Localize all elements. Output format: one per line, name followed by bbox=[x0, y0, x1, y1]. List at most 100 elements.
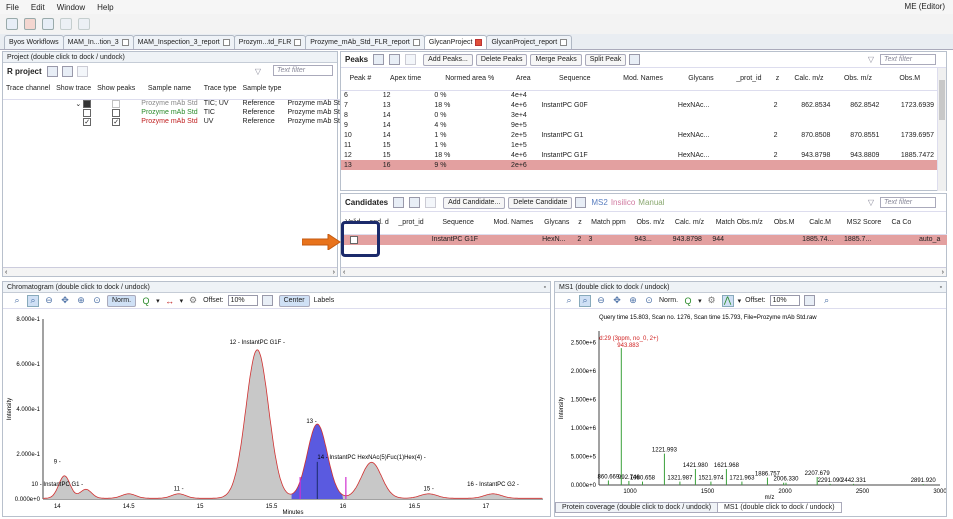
tab-prozyme-flr[interactable]: Prozym...td_FLR bbox=[233, 35, 307, 49]
zoom-reset-icon[interactable]: ⊙ bbox=[643, 295, 655, 307]
vertical-scrollbar[interactable] bbox=[937, 68, 946, 191]
table-row[interactable]: ⌄ Prozyme mAb Std TIC; UV Reference Proz… bbox=[3, 99, 355, 108]
add-peaks-button[interactable]: Add Peaks... bbox=[423, 53, 473, 66]
expand-all-icon[interactable] bbox=[373, 54, 385, 65]
maximize-icon[interactable]: ▫ bbox=[940, 282, 942, 293]
show-peaks-checkbox[interactable] bbox=[112, 99, 121, 108]
split-peak-button[interactable]: Split Peak bbox=[584, 53, 627, 66]
col-cand-13[interactable]: MS2 Score bbox=[841, 212, 887, 234]
project-filter-input[interactable]: Text filter bbox=[273, 65, 333, 76]
menu-window[interactable]: Window bbox=[57, 3, 85, 12]
collapse-icon[interactable]: ⌄ bbox=[75, 101, 81, 108]
tab-byos-workflows[interactable]: Byos Workflows bbox=[4, 35, 64, 49]
col-sample-name[interactable]: Sample name bbox=[138, 79, 200, 99]
merge-peaks-button[interactable]: Merge Peaks bbox=[530, 53, 582, 66]
show-trace-checkbox[interactable] bbox=[83, 117, 92, 126]
zoom-out-icon[interactable]: ⊖ bbox=[43, 295, 55, 307]
table-row[interactable]: 6 12 0 % 4e+4 bbox=[341, 90, 937, 100]
col-cand-12[interactable]: Calc.M bbox=[799, 212, 841, 234]
table-row[interactable]: 8 14 0 % 3e+4 bbox=[341, 110, 937, 120]
show-peaks-checkbox[interactable] bbox=[112, 108, 121, 117]
scroll-left-icon[interactable]: ‹ bbox=[343, 268, 345, 276]
col-peaks-2[interactable]: Normed area % bbox=[431, 68, 508, 90]
table-row[interactable]: InstantPC G1F HexN... 2 3 943... 943.8798 944 1… bbox=[341, 234, 947, 245]
show-trace-checkbox[interactable] bbox=[83, 99, 92, 108]
col-cand-10[interactable]: Match Obs.m/z bbox=[709, 212, 769, 234]
tab-mam-report[interactable]: MAM_Inspection_3_report bbox=[132, 35, 235, 49]
peaks-filter-input[interactable]: Text filter bbox=[880, 54, 936, 65]
table-row[interactable]: 12 15 18 % 4e+6 InstantPC G1F HexNAc... 2 943.8… bbox=[341, 150, 937, 160]
dropdown-icon[interactable]: ▾ bbox=[156, 297, 160, 305]
user-label[interactable]: ME (Editor) bbox=[905, 2, 945, 11]
save-icon[interactable] bbox=[42, 18, 54, 30]
zoom-icon[interactable]: ⌕ bbox=[563, 295, 575, 307]
table-row[interactable]: 13 16 9 % 2e+6 bbox=[341, 160, 937, 170]
col-trace-type[interactable]: Trace type bbox=[201, 79, 240, 99]
show-trace-checkbox[interactable] bbox=[83, 108, 92, 117]
zoom-box-icon[interactable]: ⌕ bbox=[579, 294, 591, 307]
col-cand-6[interactable]: z bbox=[574, 212, 585, 234]
col-peaks-5[interactable]: Mod. Names bbox=[611, 68, 675, 90]
labels-toggle[interactable]: Labels bbox=[314, 297, 335, 304]
horizontal-scrollbar[interactable]: ‹ › bbox=[3, 267, 337, 276]
close-tab-icon[interactable] bbox=[475, 39, 483, 46]
delete-peaks-button[interactable]: Delete Peaks bbox=[475, 53, 528, 66]
col-peaks-0[interactable]: Peak # bbox=[341, 68, 380, 90]
tab-ms1[interactable]: MS1 (double click to dock / undock) bbox=[717, 502, 842, 513]
zoom-reset-icon[interactable]: ⊙ bbox=[91, 295, 103, 307]
expand-all-icon[interactable] bbox=[46, 65, 58, 77]
tab-protein-coverage[interactable]: Protein coverage (double click to dock /… bbox=[555, 502, 719, 513]
zoom-icon[interactable]: ⌕ bbox=[11, 295, 23, 307]
options-icon[interactable] bbox=[76, 65, 88, 77]
scroll-left-icon[interactable]: ‹ bbox=[5, 268, 7, 276]
offset-input[interactable]: 10% bbox=[769, 295, 800, 306]
pan-icon[interactable]: ✥ bbox=[59, 295, 71, 307]
close-tab-icon[interactable] bbox=[294, 39, 302, 46]
scrollbar-thumb[interactable] bbox=[939, 80, 945, 120]
scroll-right-icon[interactable]: › bbox=[333, 268, 335, 276]
col-peaks-7[interactable]: _prot_id bbox=[727, 68, 771, 90]
menu-help[interactable]: Help bbox=[97, 3, 113, 12]
dropdown-icon[interactable]: ▾ bbox=[180, 297, 184, 305]
redo-icon[interactable] bbox=[78, 18, 90, 30]
table-row[interactable]: Prozyme mAb Std TIC Reference Prozyme mA… bbox=[3, 108, 355, 117]
table-row[interactable]: 10 14 1 % 2e+5 InstantPC G1 HexNAc... 2 870.850… bbox=[341, 130, 937, 140]
col-cand-5[interactable]: Glycans bbox=[539, 212, 574, 234]
peak-tool-icon[interactable]: Q bbox=[682, 295, 694, 307]
tab-glycan-report[interactable]: GlycanProject_report bbox=[486, 35, 573, 49]
close-project-icon[interactable] bbox=[24, 18, 36, 30]
expand-all-icon[interactable] bbox=[393, 197, 405, 208]
col-peaks-3[interactable]: Area bbox=[508, 68, 538, 90]
col-trace-channel[interactable]: Trace channel bbox=[3, 79, 53, 99]
chromatogram-plot[interactable]: 0.000e+0 2.000e-1 4.000e-1 6.000e-1 8.000e-1… bbox=[3, 309, 550, 516]
tab-prozyme-report[interactable]: Prozyme_mAb_Std_FLR_report bbox=[305, 35, 425, 49]
table-row[interactable]: 9 14 4 % 9e+5 bbox=[341, 120, 937, 130]
menu-file[interactable]: File bbox=[6, 3, 19, 12]
col-cand-11[interactable]: Obs.M bbox=[769, 212, 799, 234]
options-icon[interactable] bbox=[405, 54, 417, 65]
undo-icon[interactable] bbox=[60, 18, 72, 30]
mode-manual[interactable]: Manual bbox=[638, 198, 664, 207]
zoom-in-x-icon[interactable]: ⊕ bbox=[75, 295, 87, 307]
pan-icon[interactable]: ✥ bbox=[611, 295, 623, 307]
search-icon[interactable] bbox=[575, 197, 587, 208]
options-icon[interactable] bbox=[425, 197, 437, 208]
candidates-filter-input[interactable]: Text filter bbox=[880, 197, 936, 208]
collapse-all-icon[interactable] bbox=[409, 197, 421, 208]
dropdown-icon[interactable]: ▾ bbox=[698, 297, 702, 305]
col-sample-type[interactable]: Sample type bbox=[240, 79, 285, 99]
mode-ms2[interactable]: MS2 bbox=[591, 198, 607, 207]
norm-label[interactable]: Norm. bbox=[659, 297, 678, 304]
table-row[interactable]: 7 13 18 % 4e+6 InstantPC G0F HexNAc... 2 862.85… bbox=[341, 100, 937, 110]
col-peaks-8[interactable]: z bbox=[771, 68, 785, 90]
settings-gear-icon[interactable]: ⚙ bbox=[187, 295, 199, 307]
close-tab-icon[interactable] bbox=[412, 39, 420, 46]
search-icon[interactable]: ⌕ bbox=[821, 295, 833, 307]
zoom-in-x-icon[interactable]: ⊕ bbox=[627, 295, 639, 307]
table-row[interactable]: 11 15 1 % 1e+5 bbox=[341, 140, 937, 150]
offset-input[interactable]: 10% bbox=[227, 295, 258, 306]
peak-tool-icon[interactable]: Q bbox=[140, 295, 152, 307]
settings-gear-icon[interactable]: ⚙ bbox=[706, 295, 718, 307]
col-peaks-11[interactable]: Obs.M bbox=[882, 68, 937, 90]
table-row[interactable]: Prozyme mAb Std UV Reference Prozyme mAb… bbox=[3, 117, 355, 126]
